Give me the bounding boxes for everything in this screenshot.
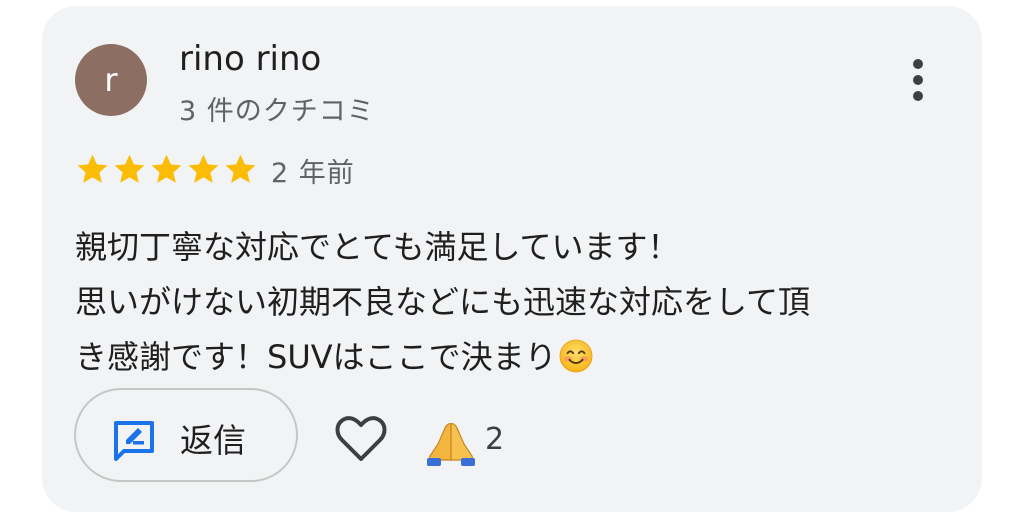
review-card: r rino rino 3 件のクチコミ 2 年前 親切丁寧な対応でとても満足し… [42,6,982,512]
heart-icon[interactable] [334,414,388,464]
star-icon [114,154,145,183]
star-icon [77,154,108,183]
star-rating [74,151,259,187]
review-text-line: き感謝です！SUVはここで決まり [75,330,945,385]
review-text-line: 親切丁寧な対応でとても満足しています！ [75,228,680,266]
avatar[interactable]: r [75,44,147,116]
more-vertical-icon[interactable] [902,56,934,104]
review-text: 親切丁寧な対応でとても満足しています！ 思いがけない初期不良などにも迅速な対応を… [75,220,945,385]
reply-label: 返信 [180,421,246,460]
review-text-line: 思いがけない初期不良などにも迅速な対応をして頂 [75,283,811,321]
reply-button[interactable]: 返信 [74,388,298,482]
review-text-line-content: き感謝です！SUVはここで決まり [75,338,557,376]
smiling-face-emoji-icon [559,339,593,373]
review-time: 2 年前 [271,158,355,189]
star-icon [188,154,219,183]
reaction-count: 2 [485,422,505,457]
star-icon [225,154,256,183]
folded-hands-icon [426,423,476,466]
star-icon [151,154,182,183]
review-count[interactable]: 3 件のクチコミ [179,89,375,128]
reply-edit-icon [114,421,154,461]
author-name[interactable]: rino rino [179,39,321,79]
